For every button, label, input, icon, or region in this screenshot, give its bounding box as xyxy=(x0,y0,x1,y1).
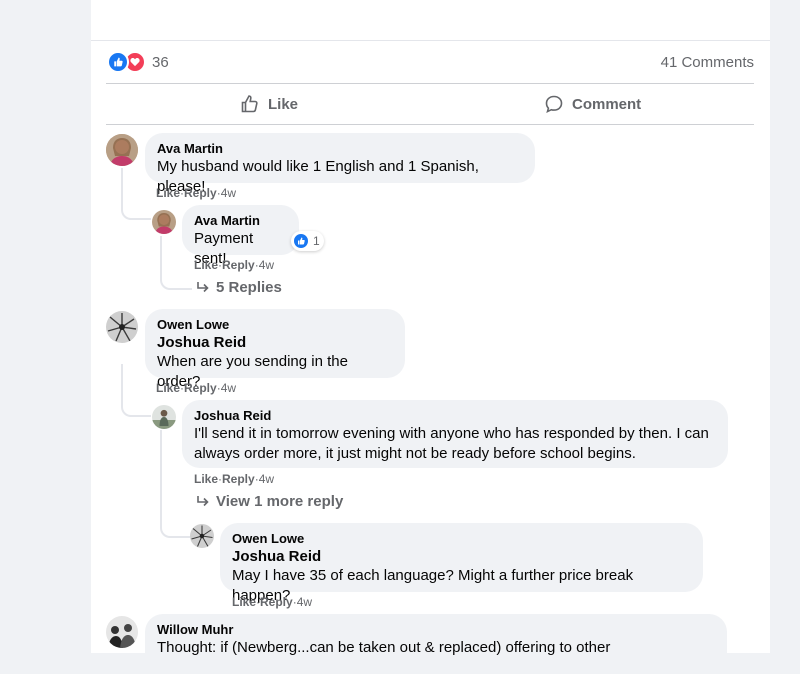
reply-arrow-icon xyxy=(196,281,210,295)
comment-author[interactable]: Willow Muhr xyxy=(157,622,715,638)
post-card: 36 41 Comments Like Comment Ava Martin M… xyxy=(91,0,770,674)
comment-bubble: Owen Lowe Joshua Reid When are you sendi… xyxy=(145,309,405,390)
like-button[interactable]: Like xyxy=(240,86,298,122)
comments-count-link[interactable]: 41 Comments xyxy=(661,54,754,71)
post-top-divider xyxy=(91,40,770,41)
reply-actions: Like · Reply · 4w xyxy=(194,472,275,486)
comment-button[interactable]: Comment xyxy=(544,86,641,122)
reply-actions: Like · Reply · 4w xyxy=(232,595,313,609)
like-button-label: Like xyxy=(268,95,299,113)
reply-bubble: Joshua Reid I'll send it in tomorrow eve… xyxy=(182,400,728,468)
reply-bubble: Ava Martin Payment sent! xyxy=(182,205,299,267)
avatar[interactable] xyxy=(106,134,138,166)
mention-link[interactable]: Joshua Reid xyxy=(232,547,691,566)
comment-bubble: Ava Martin My husband would like 1 Engli… xyxy=(145,133,535,195)
view-replies-link[interactable]: 5 Replies xyxy=(196,279,282,296)
reply-author[interactable]: Owen Lowe xyxy=(232,531,691,547)
comment-timestamp[interactable]: 4w xyxy=(221,186,236,200)
comment-like-link[interactable]: Like xyxy=(156,381,180,395)
comment-bubble: Willow Muhr Thought: if (Newberg...can b… xyxy=(145,614,727,674)
avatar[interactable] xyxy=(190,524,214,548)
reply-timestamp[interactable]: 4w xyxy=(259,472,274,486)
comment-reply-link[interactable]: Reply xyxy=(184,381,217,395)
comment-author[interactable]: Owen Lowe xyxy=(157,317,393,333)
reply-timestamp[interactable]: 4w xyxy=(297,595,312,609)
avatar[interactable] xyxy=(152,405,176,429)
comment-actions: Like · Reply · 4w xyxy=(156,381,237,395)
speech-bubble-icon xyxy=(544,94,564,114)
page-scroll-area[interactable] xyxy=(770,0,800,653)
reactions-summary[interactable]: 36 xyxy=(107,51,169,73)
view-more-replies-link[interactable]: View 1 more reply xyxy=(196,493,343,510)
comment-timestamp[interactable]: 4w xyxy=(221,381,236,395)
actions-top-divider xyxy=(106,83,754,84)
avatar[interactable] xyxy=(106,311,138,343)
reply-timestamp[interactable]: 4w xyxy=(259,258,274,272)
like-reaction-icon xyxy=(107,51,129,73)
reply-reply-link[interactable]: Reply xyxy=(222,472,255,486)
mention-link[interactable]: Joshua Reid xyxy=(157,333,393,352)
reply-text: I'll send it in tomorrow evening with an… xyxy=(194,425,709,462)
reply-arrow-icon xyxy=(196,495,210,509)
reply-reaction-count: 1 xyxy=(313,234,320,248)
reply-bubble: Owen Lowe Joshua Reid May I have 35 of e… xyxy=(220,523,703,604)
reply-like-link[interactable]: Like xyxy=(194,258,218,272)
comment-button-label: Comment xyxy=(572,95,642,113)
avatar[interactable] xyxy=(152,210,176,234)
view-replies-label: 5 Replies xyxy=(216,279,282,296)
reply-author[interactable]: Ava Martin xyxy=(194,213,287,229)
view-more-replies-label: View 1 more reply xyxy=(216,493,344,510)
thread-line xyxy=(121,168,151,220)
thread-line xyxy=(121,364,151,417)
like-reaction-icon xyxy=(293,233,309,249)
reply-actions: Like · Reply · 4w xyxy=(194,258,275,272)
comment-reply-link[interactable]: Reply xyxy=(184,186,217,200)
reply-author[interactable]: Joshua Reid xyxy=(194,408,716,424)
reaction-count: 36 xyxy=(152,53,169,71)
avatar[interactable] xyxy=(106,616,138,648)
reply-like-link[interactable]: Like xyxy=(232,595,256,609)
reply-like-link[interactable]: Like xyxy=(194,472,218,486)
thumbs-up-icon xyxy=(240,94,260,114)
actions-bottom-divider xyxy=(106,124,754,125)
reply-reply-link[interactable]: Reply xyxy=(222,258,255,272)
comment-text: Thought: if (Newberg...can be taken out … xyxy=(157,639,611,656)
comment-actions: Like · Reply · 4w xyxy=(156,186,237,200)
reply-reply-link[interactable]: Reply xyxy=(260,595,293,609)
comment-author[interactable]: Ava Martin xyxy=(157,141,523,157)
comment-like-link[interactable]: Like xyxy=(156,186,180,200)
reply-reaction-badge[interactable]: 1 xyxy=(291,231,324,251)
